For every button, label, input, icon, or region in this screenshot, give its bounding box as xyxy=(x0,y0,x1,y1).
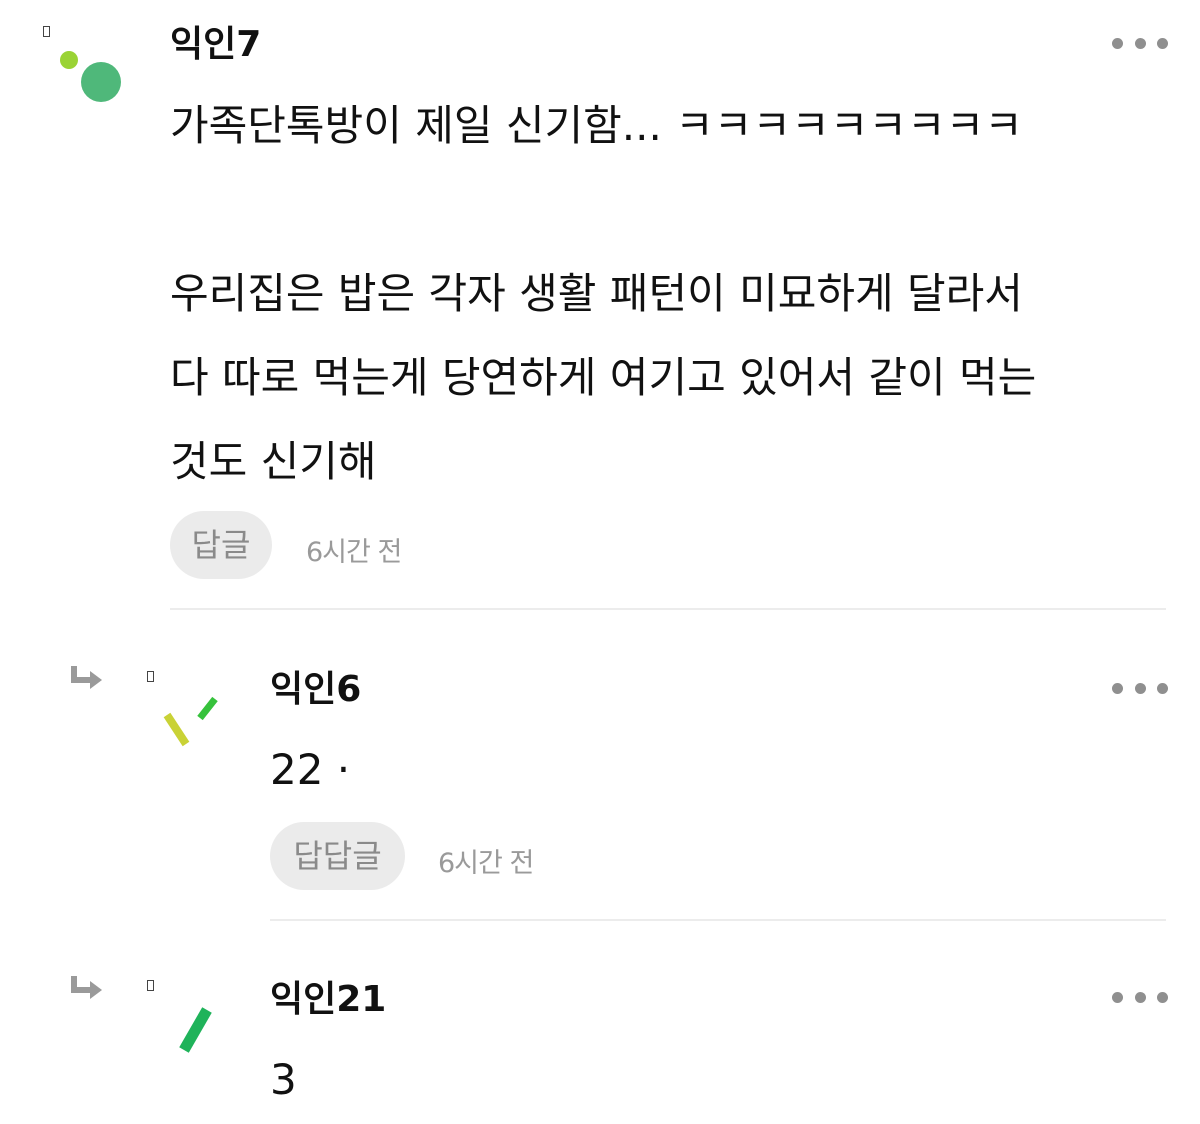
mini-box-icon xyxy=(147,980,154,991)
avatar xyxy=(163,696,218,747)
reply-button[interactable]: 답답글 xyxy=(270,822,405,890)
reply-button[interactable]: 답글 xyxy=(170,511,272,579)
reply-arrow-icon xyxy=(71,666,102,689)
mini-box-icon xyxy=(147,671,154,682)
avatar xyxy=(179,1007,212,1053)
comment-author[interactable]: 익인6 xyxy=(270,672,361,708)
divider xyxy=(270,919,1166,921)
comment-body: 가족단톡방이 제일 신기함... ㅋㅋㅋㅋㅋㅋㅋㅋㅋ 우리집은 밥은 각자 생활… xyxy=(170,101,1037,486)
comment-author[interactable]: 익인21 xyxy=(270,982,386,1018)
comment-body: 22 · xyxy=(270,745,351,794)
more-options-icon[interactable] xyxy=(1112,681,1168,695)
reply-arrow-icon xyxy=(71,976,102,999)
more-options-icon[interactable] xyxy=(1112,990,1168,1004)
comment-body: 3 xyxy=(270,1055,297,1104)
divider xyxy=(170,608,1166,610)
more-options-icon[interactable] xyxy=(1112,36,1168,50)
avatar xyxy=(60,51,121,102)
comment-time: 6시간 전 xyxy=(306,537,402,568)
comment-author[interactable]: 익인7 xyxy=(170,27,261,63)
comment-time: 6시간 전 xyxy=(438,848,534,879)
mini-box-icon xyxy=(43,26,50,37)
